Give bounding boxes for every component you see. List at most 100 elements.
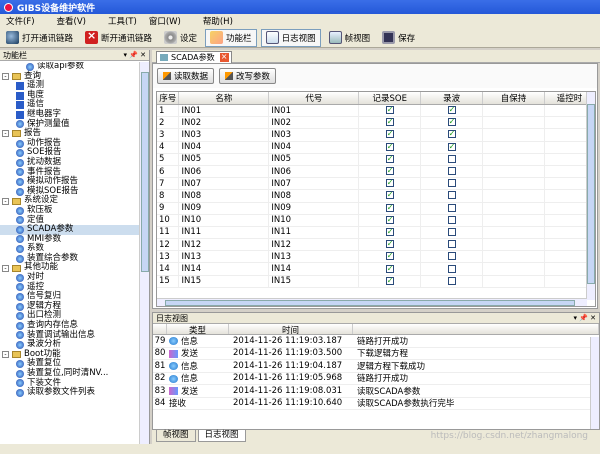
- menu-view[interactable]: 查看(V): [51, 15, 92, 27]
- table-row[interactable]: 13 IN13 IN13: [157, 250, 595, 264]
- tab-frame-view[interactable]: 帧视图: [156, 430, 196, 442]
- collapse-icon[interactable]: -: [2, 197, 9, 205]
- log-row[interactable]: 81 信息 2014-11-26 11:19:04.187 逻辑方程下载成功: [153, 360, 599, 373]
- close-tab-icon[interactable]: ×: [219, 53, 229, 62]
- table-row[interactable]: 12 IN12 IN12: [157, 238, 595, 252]
- tree-item[interactable]: 信号复归: [0, 292, 139, 302]
- table-row[interactable]: 7 IN07 IN07: [157, 177, 595, 191]
- menu-file[interactable]: 文件(F): [0, 15, 41, 27]
- table-row[interactable]: 8 IN08 IN08: [157, 189, 595, 203]
- table-row[interactable]: 3 IN03 IN03: [157, 128, 595, 142]
- tab-log-view[interactable]: 日志视图: [197, 430, 246, 442]
- col-header-wave-record[interactable]: 录波: [420, 92, 484, 105]
- wave-record-checkbox[interactable]: [447, 179, 456, 188]
- wave-record-checkbox[interactable]: [447, 215, 456, 224]
- wave-record-checkbox[interactable]: [447, 129, 456, 139]
- table-row[interactable]: 11 IN11 IN11: [157, 226, 595, 240]
- table-row[interactable]: 1 IN01 IN01: [157, 104, 595, 118]
- tree-group[interactable]: - Boot功能: [0, 349, 139, 360]
- tree-item[interactable]: 保护测量值: [0, 119, 139, 130]
- record-soe-checkbox[interactable]: [385, 154, 394, 163]
- tree-group[interactable]: - 其他功能: [0, 263, 139, 273]
- wave-record-checkbox[interactable]: [447, 191, 456, 200]
- log-scrollbar[interactable]: [590, 337, 599, 429]
- col-header-code[interactable]: 代号: [268, 92, 360, 105]
- wave-record-checkbox[interactable]: [447, 264, 456, 273]
- tab-scada-params[interactable]: SCADA参数 ×: [156, 51, 232, 63]
- grid-horizontal-scrollbar[interactable]: [157, 298, 587, 306]
- tree-item[interactable]: MMI参数: [0, 234, 139, 245]
- tree-scroll-thumb[interactable]: [141, 72, 149, 272]
- record-soe-checkbox[interactable]: [385, 190, 394, 200]
- functions-panel-button[interactable]: 功能栏: [205, 28, 257, 47]
- record-soe-checkbox[interactable]: [385, 251, 394, 261]
- tree-item[interactable]: 遥控: [0, 282, 139, 293]
- wave-record-checkbox[interactable]: [447, 203, 456, 212]
- tree-item[interactable]: 电度: [0, 90, 139, 101]
- table-row[interactable]: 15 IN15 IN15: [157, 275, 595, 288]
- write-params-button[interactable]: 改写参数: [219, 68, 277, 84]
- pin-icon[interactable]: ▾ 📌 ✕: [123, 51, 146, 59]
- tree-item[interactable]: 遥信: [0, 100, 139, 110]
- wave-record-checkbox[interactable]: [447, 227, 456, 236]
- record-soe-checkbox[interactable]: [385, 166, 394, 176]
- settings-button[interactable]: 设定: [160, 29, 201, 47]
- wave-record-checkbox[interactable]: [447, 117, 456, 127]
- log-view-button[interactable]: 日志视图: [260, 28, 321, 47]
- record-soe-checkbox[interactable]: [385, 227, 394, 236]
- collapse-icon[interactable]: -: [2, 264, 9, 272]
- tree-item[interactable]: 扰动数据: [0, 157, 139, 168]
- tree-scrollbar[interactable]: [139, 62, 149, 454]
- read-data-button[interactable]: 读取数据: [157, 68, 215, 84]
- log-col-time[interactable]: 时间: [229, 324, 353, 336]
- collapse-icon[interactable]: -: [2, 351, 9, 359]
- open-link-button[interactable]: 打开通讯链路: [2, 29, 77, 47]
- collapse-icon[interactable]: -: [2, 130, 9, 138]
- collapse-icon[interactable]: -: [2, 72, 9, 80]
- tree-item[interactable]: 录波分析: [0, 340, 139, 350]
- tree-item[interactable]: 逻辑方程: [0, 301, 139, 312]
- tree-group[interactable]: - 系统设定: [0, 196, 139, 206]
- save-button[interactable]: 保存: [378, 29, 419, 47]
- tree-item[interactable]: 模拟SOE报告: [0, 186, 139, 197]
- wave-record-checkbox[interactable]: [447, 167, 456, 176]
- table-row[interactable]: 5 IN05 IN05: [157, 153, 595, 166]
- log-row[interactable]: 79 信息 2014-11-26 11:19:03.187 链路打开成功: [153, 335, 599, 348]
- tree-item[interactable]: 读取参数文件列表: [0, 388, 139, 398]
- record-soe-checkbox[interactable]: [385, 276, 394, 285]
- wave-record-checkbox[interactable]: [447, 252, 456, 261]
- frame-view-button[interactable]: 帧视图: [325, 29, 375, 47]
- record-soe-checkbox[interactable]: [385, 239, 394, 249]
- wave-record-checkbox[interactable]: [447, 105, 456, 115]
- table-row[interactable]: 2 IN02 IN02: [157, 116, 595, 130]
- col-header-self-hold[interactable]: 自保持: [482, 92, 545, 105]
- tree-item[interactable]: 读取api参数: [0, 62, 139, 72]
- tree-item[interactable]: 对时: [0, 272, 139, 283]
- col-header-name[interactable]: 名称: [178, 92, 270, 105]
- tree-item[interactable]: 装置复位,同时清NV...: [0, 368, 139, 379]
- record-soe-checkbox[interactable]: [385, 203, 394, 212]
- pin-icon[interactable]: ▾ 📌 ✕: [573, 314, 596, 322]
- table-row[interactable]: 10 IN10 IN10: [157, 214, 595, 227]
- record-soe-checkbox[interactable]: [385, 215, 394, 224]
- wave-record-checkbox[interactable]: [447, 240, 456, 249]
- record-soe-checkbox[interactable]: [385, 129, 394, 139]
- tree-item[interactable]: SOE报告: [0, 148, 139, 158]
- menu-tools[interactable]: 工具(T): [102, 15, 143, 27]
- grid-vertical-scrollbar[interactable]: [586, 92, 595, 300]
- col-header-record-soe[interactable]: 记录SOE: [358, 92, 422, 105]
- close-link-button[interactable]: 断开通讯链路: [81, 29, 156, 47]
- log-row[interactable]: 83 发送 2014-11-26 11:19:08.031 读取SCADA参数: [153, 385, 599, 398]
- tree-item[interactable]: SCADA参数: [0, 224, 139, 235]
- tree-group[interactable]: - 查询: [0, 71, 139, 82]
- table-row[interactable]: 9 IN09 IN09: [157, 202, 595, 215]
- record-soe-checkbox[interactable]: [385, 264, 394, 273]
- wave-record-checkbox[interactable]: [447, 154, 456, 163]
- tree-item[interactable]: 动作报告: [0, 138, 139, 149]
- menu-window[interactable]: 窗口(W): [143, 15, 187, 27]
- record-soe-checkbox[interactable]: [385, 178, 394, 188]
- table-row[interactable]: 14 IN14 IN14: [157, 262, 595, 276]
- tree-item[interactable]: 装置综合参数: [0, 253, 139, 264]
- wave-record-checkbox[interactable]: [447, 276, 456, 285]
- table-row[interactable]: 4 IN04 IN04: [157, 141, 595, 154]
